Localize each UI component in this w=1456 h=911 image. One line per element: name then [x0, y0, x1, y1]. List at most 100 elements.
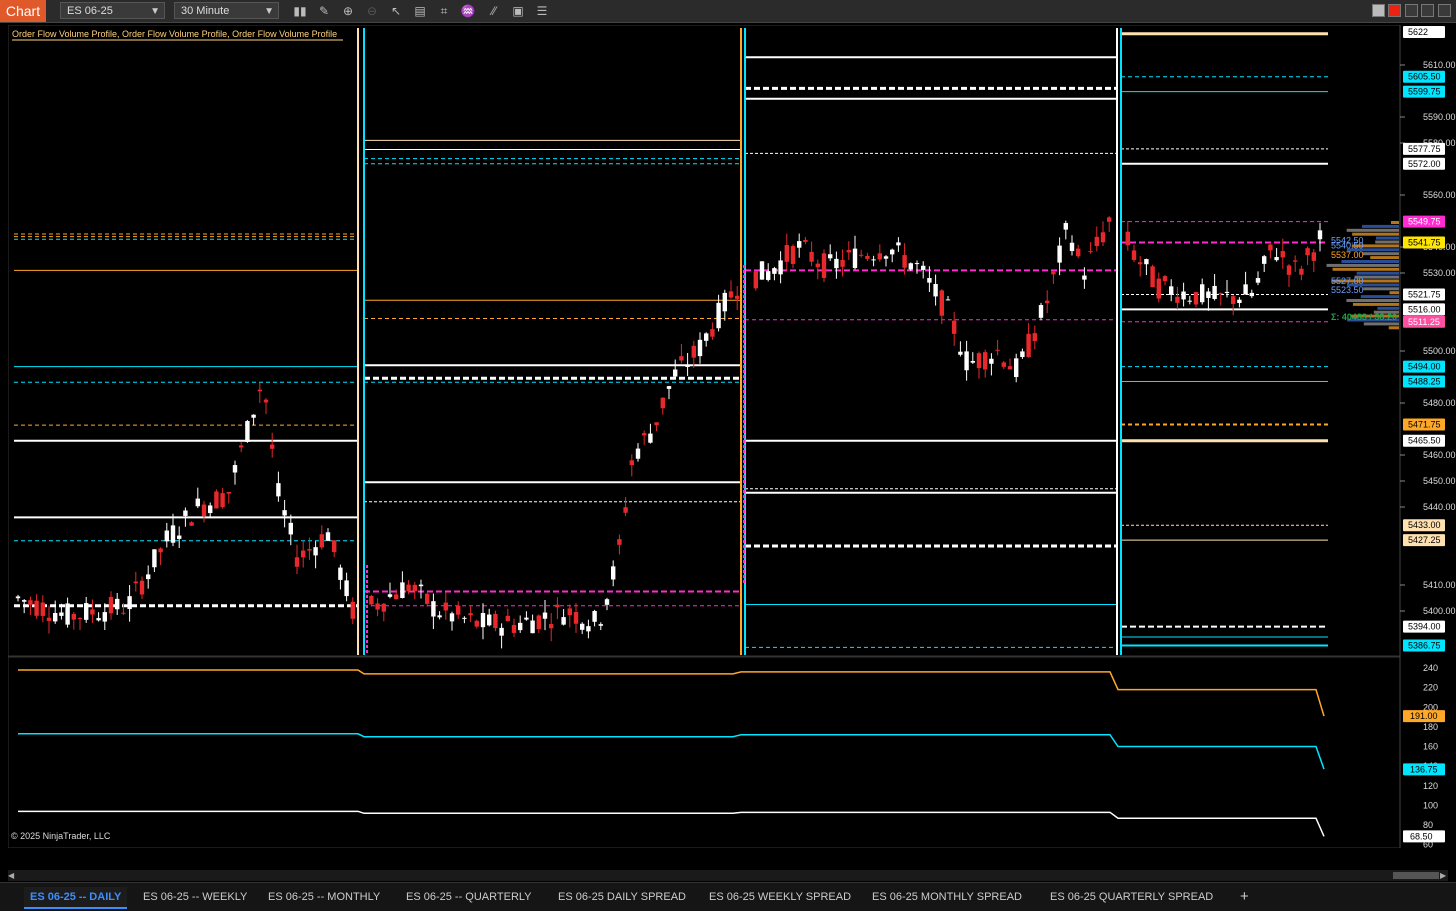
price-tick-label: 5480.00 [1423, 398, 1456, 408]
scroll-thumb[interactable] [1393, 872, 1439, 879]
candle-body [449, 613, 455, 622]
candle-body [1026, 333, 1031, 357]
list-icon[interactable]: ☰ [534, 3, 550, 19]
candle-body [257, 389, 262, 392]
lower-tick-label: 100 [1423, 800, 1438, 810]
candle-body [474, 620, 479, 627]
zoom-in-icon[interactable]: ⊕ [340, 3, 356, 19]
chevron-down-icon: ▼ [264, 6, 274, 17]
link-icon[interactable] [1388, 4, 1401, 17]
candle-body [375, 603, 380, 610]
tab-es-06-25-daily[interactable]: ES 06-25 -- DAILY [24, 887, 128, 909]
candle-body [65, 603, 70, 625]
candle-body [623, 507, 628, 513]
chart-area[interactable]: 5610.005590.005580.005560.005540.005530.… [7, 24, 1456, 865]
candle-body [927, 278, 932, 283]
tab-es-06-25-quarterly-spread[interactable]: ES 06-25 QUARTERLY SPREAD [1044, 887, 1219, 907]
price-tick-label: 5450.00 [1423, 476, 1456, 486]
candle-body [828, 254, 833, 259]
candle-body [418, 584, 424, 587]
candle-body [859, 254, 864, 256]
candle-body [177, 535, 182, 539]
candle-body [1280, 251, 1285, 258]
candle-body [90, 609, 95, 615]
candle-body [1076, 248, 1081, 257]
candle-body [1032, 333, 1037, 342]
strategies-icon[interactable]: ♒ [460, 3, 476, 19]
candle-body [704, 333, 709, 341]
zoom-out-icon[interactable]: ⊖ [364, 3, 380, 19]
candle-body [1231, 296, 1236, 304]
tab-bar: ES 06-25 -- DAILY ES 06-25 -- WEEKLY ES 06… [0, 882, 1456, 911]
candle-body [462, 617, 467, 619]
candle-body [654, 422, 659, 426]
tab-es-06-25-monthly[interactable]: ES 06-25 -- MONTHLY [262, 887, 386, 907]
add-tab-button[interactable]: + [1234, 887, 1255, 907]
candle-body [22, 600, 27, 602]
tab-es-06-25-monthly-spread[interactable]: ES 06-25 MONTHLY SPREAD [866, 887, 1028, 907]
price-tick-label: 5400.00 [1423, 606, 1456, 616]
draw-pencil-icon[interactable]: ✎ [316, 3, 332, 19]
tab-es-06-25-quarterly[interactable]: ES 06-25 -- QUARTERLY [400, 887, 538, 907]
properties-icon[interactable]: ▣ [510, 3, 526, 19]
candle-body [635, 448, 641, 459]
app-title[interactable]: Chart [0, 0, 46, 22]
chevron-down-icon: ▼ [150, 6, 160, 17]
candle-body [164, 530, 169, 542]
interval-selector[interactable]: 30 Minute ▼ [174, 2, 279, 19]
candle-body [1131, 250, 1137, 260]
lower-tick-label: 80 [1423, 820, 1433, 830]
minimize-icon[interactable] [1405, 4, 1418, 17]
scroll-right-icon[interactable]: ▶ [1440, 871, 1448, 880]
volume-profile-bar [1360, 295, 1399, 299]
candle-body [276, 483, 281, 497]
candle-body [381, 603, 386, 612]
candle-body [642, 433, 647, 436]
indicators-icon[interactable]: ⌗ [436, 3, 452, 19]
candle-body [809, 251, 814, 262]
volume-profile-bar [1356, 271, 1399, 275]
close-icon[interactable] [1438, 4, 1451, 17]
templates-icon[interactable]: ⁄⁄ [486, 3, 502, 19]
candle-body [555, 604, 560, 608]
candle-body [158, 548, 163, 553]
volume-profile-bar [1346, 228, 1399, 232]
horizontal-scrollbar[interactable]: ◀ ▶ [8, 870, 1448, 881]
candle-body [871, 259, 876, 261]
candle-body [797, 241, 802, 248]
price-marker-label: 5577.75 [1408, 144, 1441, 154]
candle-body [592, 611, 597, 622]
candle-body [1206, 291, 1211, 298]
maximize-icon[interactable] [1421, 4, 1434, 17]
candle-body [933, 283, 938, 297]
candle-body [852, 248, 858, 268]
candle-body [549, 624, 554, 629]
candle-body [1162, 276, 1168, 282]
candle-body [350, 601, 355, 619]
candle-body [883, 256, 889, 259]
candle-body [815, 263, 820, 268]
candle-body [1218, 293, 1223, 295]
candle-body [1286, 265, 1292, 275]
bar-type-icon[interactable]: ▮▮ [292, 3, 308, 19]
price-marker-label: 5622 [1408, 27, 1428, 37]
scroll-left-icon[interactable]: ◀ [8, 871, 16, 880]
candle-body [846, 250, 851, 253]
profile-value-label: 5537.00 [1331, 250, 1364, 260]
volume-profile-bar [1346, 299, 1399, 302]
restore-icon[interactable] [1372, 4, 1385, 17]
tab-es-06-25-weekly[interactable]: ES 06-25 -- WEEKLY [137, 887, 253, 907]
candle-body [759, 261, 765, 280]
candle-body [1051, 271, 1056, 275]
instrument-selector[interactable]: ES 06-25 ▼ [60, 2, 165, 19]
pointer-icon[interactable]: ↖ [388, 3, 404, 19]
data-box-icon[interactable]: ▤ [412, 3, 428, 19]
chart-canvas[interactable]: 5610.005590.005580.005560.005540.005530.… [7, 24, 1456, 865]
candle-body [1063, 223, 1068, 230]
candle-body [834, 258, 839, 269]
tab-es-06-25-weekly-spread[interactable]: ES 06-25 WEEKLY SPREAD [703, 887, 857, 907]
candle-body [958, 351, 963, 355]
tab-es-06-25-daily-spread[interactable]: ES 06-25 DAILY SPREAD [552, 887, 692, 907]
candle-body [964, 351, 969, 371]
lower-line-cyan [18, 733, 1325, 770]
